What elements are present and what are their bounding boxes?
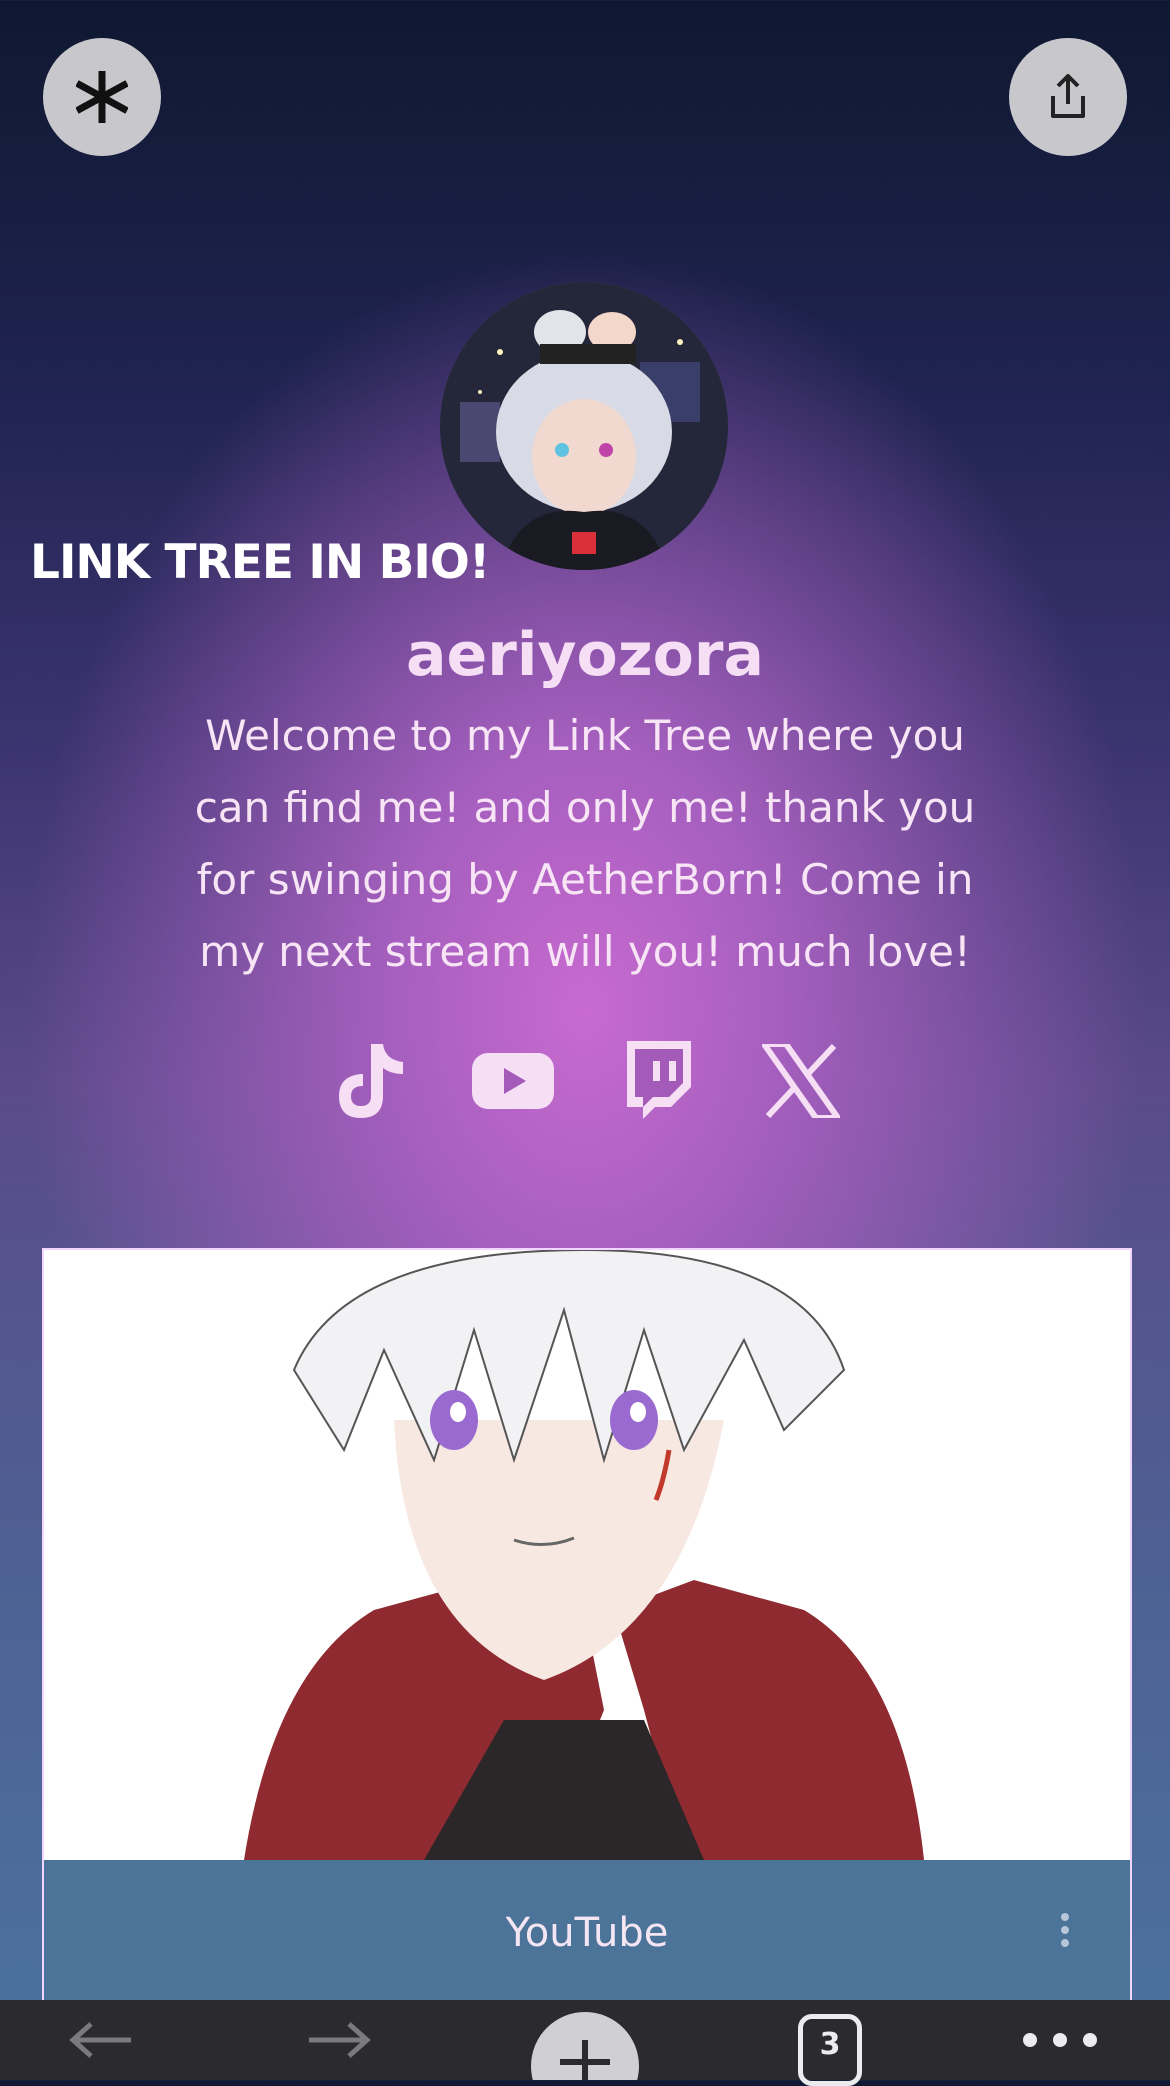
more-icon: [1023, 2033, 1097, 2047]
new-tab-icon: [531, 2012, 639, 2080]
share-icon: [1051, 74, 1085, 118]
link-card-footer[interactable]: YouTube: [44, 1860, 1130, 2010]
linktree-asterisk-icon: [76, 71, 128, 123]
link-card-thumbnail: [44, 1250, 1130, 1860]
twitch-icon: [627, 1041, 691, 1119]
youtube-icon: [472, 1053, 554, 1109]
tiktok-link[interactable]: [328, 1040, 410, 1122]
tabs-icon: 3: [798, 2014, 862, 2086]
tabs-button[interactable]: 3: [785, 2000, 875, 2086]
linktree-logo-button[interactable]: [43, 38, 161, 156]
x-icon: [762, 1044, 840, 1118]
link-card-title: YouTube: [505, 1910, 669, 1956]
browser-toolbar: 3: [0, 2000, 1170, 2086]
twitch-link[interactable]: [616, 1040, 698, 1122]
more-vertical-button[interactable]: [1060, 1912, 1070, 1952]
overlay-caption: LINK TREE IN BIO!: [30, 535, 490, 590]
link-card-youtube[interactable]: YouTube: [42, 1248, 1132, 2012]
forward-button[interactable]: [290, 2000, 390, 2080]
more-button[interactable]: [1005, 2000, 1115, 2080]
avatar: [440, 282, 728, 570]
share-button[interactable]: [1009, 38, 1127, 156]
profile-username: aeriyozora: [406, 620, 764, 690]
back-icon: [69, 2022, 131, 2058]
x-link[interactable]: [760, 1040, 842, 1122]
tab-count: 3: [819, 2027, 841, 2062]
profile-bio: Welcome to my Link Tree where you can fi…: [194, 711, 976, 976]
new-tab-button[interactable]: [530, 2000, 640, 2080]
back-button[interactable]: [50, 2000, 150, 2080]
social-links: [0, 1040, 1170, 1122]
youtube-link[interactable]: [472, 1040, 554, 1122]
more-vertical-icon: [1061, 1913, 1069, 1947]
tiktok-icon: [339, 1044, 403, 1118]
forward-icon: [309, 2022, 371, 2058]
